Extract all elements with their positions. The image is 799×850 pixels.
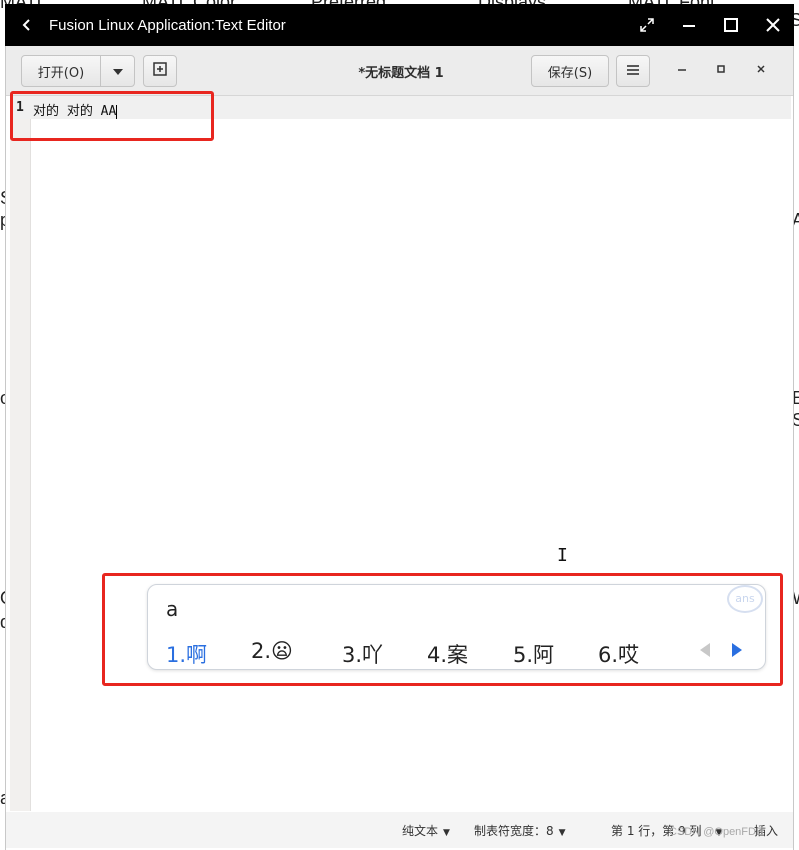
ime-candidate[interactable]: 5.阿 — [513, 639, 554, 669]
highlight-box — [10, 91, 214, 141]
text-editor-area[interactable]: 1 对的 对的 AA — [10, 96, 791, 811]
headerbar: 打开(O) *无标题文档 1 保存(S) — [6, 46, 793, 96]
caret-down-icon — [112, 64, 123, 79]
watermark: CSDN @OpenFDE — [669, 826, 764, 838]
tab-width-label: 制表符宽度：8 — [474, 824, 554, 838]
close-icon[interactable] — [751, 61, 771, 81]
text-cursor-icon: I — [557, 545, 568, 566]
maximize-icon[interactable] — [711, 61, 731, 81]
tab-width-selector[interactable]: 制表符宽度：8 ▼ — [474, 822, 566, 839]
save-button[interactable]: 保存(S) — [531, 55, 609, 87]
window-titlebar: Fusion Linux Application:Text Editor — [5, 4, 794, 46]
open-dropdown-button[interactable] — [100, 55, 135, 87]
ime-logo: ans — [727, 585, 763, 613]
ime-candidate-window: a ans 1.啊 2.😦 3.吖 4.案 5.阿 6.哎 — [147, 584, 766, 670]
text-editor-window: 打开(O) *无标题文档 1 保存(S) 1 对的 对的 AA 纯文本 ▼ 制表… — [5, 46, 794, 850]
maximize-icon[interactable] — [710, 4, 752, 46]
caret-down-icon: ▼ — [443, 828, 450, 838]
close-icon[interactable] — [752, 4, 794, 46]
ime-candidate[interactable]: 4.案 — [427, 639, 468, 669]
hamburger-icon — [627, 64, 639, 79]
caret-down-icon: ▼ — [558, 828, 566, 838]
ime-candidate[interactable]: 3.吖 — [342, 639, 383, 669]
new-tab-button[interactable] — [143, 55, 177, 87]
window-title: Fusion Linux Application:Text Editor — [49, 16, 286, 34]
open-button[interactable]: 打开(O) — [21, 55, 101, 87]
open-button-group: 打开(O) — [21, 55, 135, 87]
ime-candidate[interactable]: 6.哎 — [598, 639, 639, 669]
ime-candidate[interactable]: 1.啊 — [166, 639, 207, 669]
ime-candidate-list: 1.啊 2.😦 3.吖 4.案 5.阿 6.哎 — [166, 639, 726, 667]
minimize-icon[interactable] — [668, 4, 710, 46]
chevron-left-icon[interactable] — [5, 13, 49, 37]
minimize-icon[interactable] — [672, 61, 692, 81]
hamburger-menu-button[interactable] — [616, 55, 650, 87]
language-label: 纯文本 — [402, 824, 439, 838]
ime-candidate[interactable]: 2.😦 — [251, 639, 293, 663]
new-document-icon — [153, 62, 167, 80]
line-number-gutter — [10, 96, 31, 811]
expand-icon[interactable] — [626, 4, 668, 46]
ime-next-page-icon[interactable] — [732, 643, 742, 657]
ime-preedit-text: a — [166, 597, 179, 621]
document-title: *无标题文档 1 — [358, 66, 444, 81]
ime-prev-page-icon[interactable] — [700, 643, 710, 657]
language-selector[interactable]: 纯文本 ▼ — [402, 822, 450, 839]
